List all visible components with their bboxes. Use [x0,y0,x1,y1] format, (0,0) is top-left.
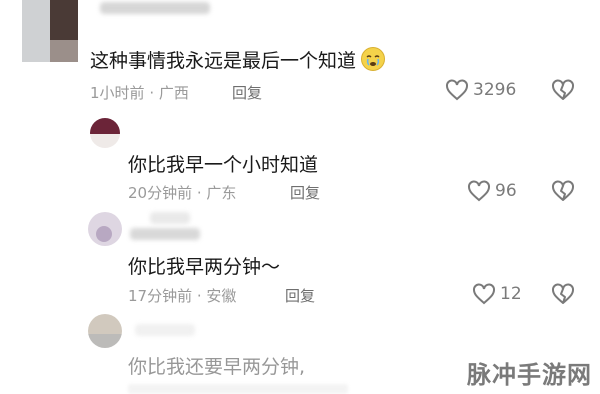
avatar[interactable] [88,314,122,348]
heart-outline-icon [446,79,468,101]
reply-comment-item: 你比我早一个小时知道 20分钟前 · 广东 回复 96 [0,112,600,207]
comment-time: 1小时前 [90,84,145,102]
avatar[interactable] [90,118,120,148]
comment-location: 广西 [158,84,189,102]
like-count: 12 [500,284,522,304]
like-button[interactable]: 12 [472,283,522,305]
reply-button[interactable]: 回复 [232,82,262,103]
comment-meta: 1小时前 · 广西 [90,84,189,102]
reply-comment-item: 你比我早两分钟～ 17分钟前 · 安徽 回复 12 [0,208,600,308]
broken-heart-icon [552,283,574,304]
comment-text: 你比我还要早两分钟, [128,356,306,378]
avatar[interactable] [22,0,78,62]
comment-text: 这种事情我永远是最后一个知道 [90,46,386,77]
comment-time: 17分钟前 [128,287,193,305]
like-button[interactable]: 96 [467,180,517,202]
like-count: 3296 [473,80,517,100]
avatar[interactable] [88,212,122,246]
broken-heart-icon [552,79,574,100]
comment-text: 你比我早一个小时知道 [128,154,319,176]
username[interactable] [100,2,210,14]
heart-outline-icon [473,283,495,305]
username[interactable] [135,324,195,336]
reply-button[interactable]: 回复 [290,182,320,203]
comment-meta: 17分钟前 · 安徽 [128,287,237,305]
broken-heart-icon [552,180,574,201]
reply-button[interactable]: 回复 [285,285,315,306]
comment-text: 你比我早两分钟～ [128,256,281,278]
comment-item: 这种事情我永远是最后一个知道 1小时前 · 广西 回复 3296 [0,0,600,110]
like-button[interactable]: 3296 [445,79,516,101]
comment-meta-partial [128,384,348,394]
comment-meta: 20分钟前 · 广东 [128,184,237,202]
like-count: 96 [495,181,517,201]
dislike-button[interactable] [551,79,575,105]
comment-location: 安徽 [206,287,237,305]
crying-emoji-icon [360,46,386,77]
heart-outline-icon [468,180,490,202]
dislike-button[interactable] [551,180,575,206]
username[interactable] [130,228,200,240]
comment-location: 广东 [206,184,237,202]
dislike-button[interactable] [551,283,575,309]
comment-time: 20分钟前 [128,184,193,202]
username-extra [150,212,190,224]
watermark-logo: 脉冲手游网 [467,361,592,389]
